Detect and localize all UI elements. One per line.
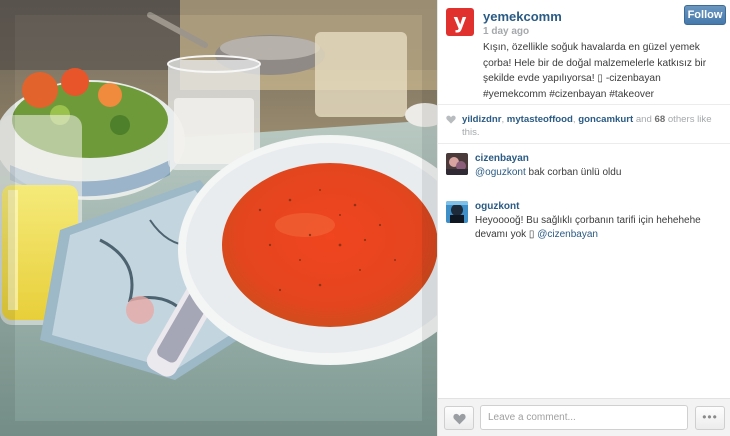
comment-mention[interactable]: @cizenbayan [537,229,598,240]
post-photo[interactable] [0,0,437,436]
liker-username[interactable]: mytasteoffood [507,114,573,125]
heart-icon [446,115,456,124]
avatar-image [446,153,468,175]
comment-footer: ••• [438,398,730,436]
post-header: y yemekcomm 1 day ago Follow Kışın, özel… [438,0,730,104]
likes-count[interactable]: 68 [655,114,666,125]
commenter-avatar[interactable] [446,201,468,223]
comments-list: cizenbayan @oguzkont bak corban ünlü old… [438,148,730,244]
comment-item: oguzkont Heyooooğ! Bu sağlıklı çorbanın … [438,196,730,244]
avatar-image [446,201,468,223]
post-caption: Kışın, özellikle soğuk havalarda en güze… [483,40,727,102]
comment-item: cizenbayan @oguzkont bak corban ünlü old… [438,148,730,196]
soup-photo-image [0,0,437,436]
liker-username[interactable]: goncamkurt [578,114,633,125]
liker-username[interactable]: yildizdnr [462,114,501,125]
caption-hashtags[interactable]: #yemekcomm #cizenbayan #takeover [483,89,654,100]
comment-input[interactable] [480,405,688,430]
post-timestamp: 1 day ago [483,26,530,37]
likes-and-text: and [633,114,655,125]
comment-username[interactable]: oguzkont [475,201,519,212]
post-details-panel: y yemekcomm 1 day ago Follow Kışın, özel… [437,0,730,436]
comment-mention[interactable]: @oguzkont [475,167,526,178]
like-button[interactable] [444,406,474,430]
comment-body: bak corban ünlü oldu [525,167,622,178]
more-options-icon[interactable]: ••• [695,406,725,430]
comment-username[interactable]: cizenbayan [475,153,529,164]
follow-button[interactable]: Follow [684,5,726,25]
post-author-username[interactable]: yemekcomm [483,9,562,24]
caption-text: Kışın, özellikle soğuk havalarda en güze… [483,42,707,85]
yemekcomm-logo-icon[interactable]: y [446,8,474,36]
heart-icon [453,413,466,425]
comment-text: @oguzkont bak corban ünlü oldu [475,166,725,180]
likes-summary: yildizdnr, mytasteoffood, goncamkurt and… [438,104,730,144]
comment-text: Heyooooğ! Bu sağlıklı çorbanın tarifi iç… [475,214,725,242]
commenter-avatar[interactable] [446,153,468,175]
